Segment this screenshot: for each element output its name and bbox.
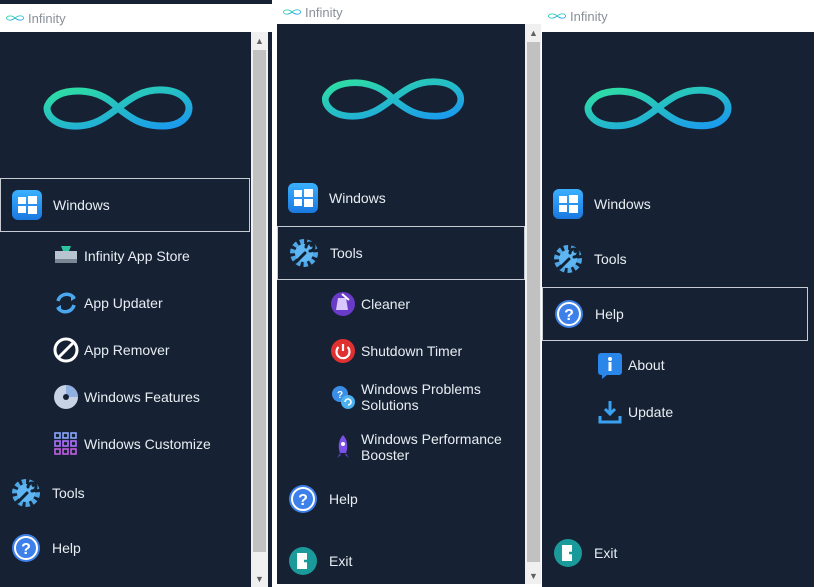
submenu-item-label: Infinity App Store bbox=[84, 248, 190, 264]
menu-item-label: Windows bbox=[53, 197, 110, 213]
label-line-2: Booster bbox=[361, 447, 410, 463]
updater-icon bbox=[52, 289, 80, 317]
side-menu: Windows Tools Cleaner Shutdown Timer Win… bbox=[277, 24, 525, 584]
submenu-item-app-store[interactable]: Infinity App Store bbox=[52, 236, 190, 276]
help-icon bbox=[553, 298, 585, 330]
infinity-logo-icon bbox=[548, 11, 566, 21]
window-1: Infinity Windows Infinity App Store App … bbox=[0, 0, 272, 587]
side-menu: Windows Infinity App Store App Updater A… bbox=[0, 32, 251, 587]
windows-icon bbox=[287, 182, 319, 214]
submenu-item-about[interactable]: About bbox=[596, 345, 665, 385]
menu-item-label: Help bbox=[595, 306, 624, 322]
label-line-1: Windows Problems bbox=[361, 381, 481, 397]
menu-item-windows[interactable]: Windows bbox=[0, 178, 250, 232]
submenu-item-cleaner[interactable]: Cleaner bbox=[329, 284, 410, 324]
download-icon bbox=[596, 398, 624, 426]
menu-item-tools[interactable]: Tools bbox=[0, 466, 250, 520]
customize-icon bbox=[52, 430, 80, 458]
scroll-up-icon[interactable]: ▲ bbox=[525, 24, 541, 41]
label-line-1: Windows Performance bbox=[361, 431, 502, 447]
scroll-down-icon[interactable]: ▼ bbox=[525, 567, 541, 584]
submenu-item-app-remover[interactable]: App Remover bbox=[52, 330, 170, 370]
window-title: Infinity bbox=[28, 10, 66, 26]
remover-icon bbox=[52, 336, 80, 364]
submenu-item-performance-booster[interactable]: Windows Performance Booster bbox=[329, 425, 502, 469]
help-icon bbox=[10, 532, 42, 564]
menu-item-label: Windows bbox=[329, 190, 386, 206]
submenu-item-label: Update bbox=[628, 404, 674, 420]
scroll-up-icon[interactable]: ▲ bbox=[251, 32, 268, 49]
windows-icon bbox=[11, 189, 43, 221]
infinity-logo-icon bbox=[283, 7, 301, 17]
submenu-item-label: Windows Customize bbox=[84, 436, 211, 452]
cleaner-icon bbox=[329, 290, 357, 318]
submenu-item-windows-customize[interactable]: Windows Customize bbox=[52, 424, 211, 464]
scrollbar-thumb[interactable] bbox=[527, 42, 540, 562]
tools-icon bbox=[288, 237, 320, 269]
problems-icon bbox=[329, 383, 357, 411]
info-icon bbox=[596, 351, 624, 379]
submenu-item-label: Windows Features bbox=[84, 389, 200, 405]
menu-item-tools[interactable]: Tools bbox=[542, 232, 808, 286]
disc-icon bbox=[52, 383, 80, 411]
submenu-item-label: Windows Performance Booster bbox=[361, 431, 502, 463]
scroll-down-icon[interactable]: ▼ bbox=[251, 570, 268, 587]
menu-item-label: Help bbox=[52, 540, 81, 556]
submenu-item-app-updater[interactable]: App Updater bbox=[52, 283, 163, 323]
menu-item-label: Tools bbox=[52, 485, 85, 501]
window-title: Infinity bbox=[305, 4, 343, 20]
exit-icon bbox=[287, 545, 319, 577]
submenu-item-update[interactable]: Update bbox=[596, 392, 673, 432]
submenu-item-windows-features[interactable]: Windows Features bbox=[52, 377, 200, 417]
menu-item-exit[interactable]: Exit bbox=[542, 526, 808, 580]
menu-item-label: Exit bbox=[329, 553, 353, 569]
app-store-icon bbox=[52, 242, 80, 270]
windows-icon bbox=[552, 188, 584, 220]
menu-item-help[interactable]: Help bbox=[0, 521, 250, 575]
menu-item-windows[interactable]: Windows bbox=[542, 177, 808, 231]
side-menu: Windows Tools Help About Update Exit bbox=[542, 32, 814, 587]
rocket-icon bbox=[329, 433, 357, 461]
window-2: Infinity Windows Tools Cleaner Shutdown … bbox=[277, 0, 541, 587]
menu-item-help[interactable]: Help bbox=[542, 287, 808, 341]
menu-item-tools[interactable]: Tools bbox=[277, 226, 525, 280]
submenu-item-windows-problems[interactable]: Windows Problems Solutions bbox=[329, 375, 481, 419]
title-bar: Infinity bbox=[277, 0, 541, 24]
title-bar: Infinity bbox=[0, 4, 272, 32]
menu-item-label: Windows bbox=[594, 196, 651, 212]
infinity-logo-icon bbox=[43, 86, 193, 130]
menu-item-label: Exit bbox=[594, 545, 618, 561]
tools-icon bbox=[552, 243, 584, 275]
menu-item-label: Help bbox=[329, 491, 358, 507]
submenu-item-label: Windows Problems Solutions bbox=[361, 381, 481, 413]
menu-item-windows[interactable]: Windows bbox=[277, 171, 525, 225]
submenu-item-label: About bbox=[628, 357, 665, 373]
scrollbar[interactable]: ▲ ▼ bbox=[251, 32, 268, 587]
window-title: Infinity bbox=[570, 8, 608, 24]
infinity-logo-icon bbox=[319, 78, 467, 120]
menu-item-label: Tools bbox=[594, 251, 627, 267]
label-line-2: Solutions bbox=[361, 397, 419, 413]
submenu-item-shutdown-timer[interactable]: Shutdown Timer bbox=[329, 331, 462, 371]
title-bar: Infinity bbox=[542, 0, 816, 32]
infinity-logo-icon bbox=[584, 86, 732, 130]
tools-icon bbox=[10, 477, 42, 509]
infinity-logo-icon bbox=[6, 13, 24, 23]
exit-icon bbox=[552, 537, 584, 569]
submenu-item-label: Shutdown Timer bbox=[361, 343, 463, 359]
submenu-item-label: App Updater bbox=[84, 295, 163, 311]
help-icon bbox=[287, 483, 319, 515]
submenu-item-label: App Remover bbox=[84, 342, 170, 358]
submenu-item-label: Cleaner bbox=[361, 296, 411, 312]
window-3: Infinity Windows Tools Help About Update… bbox=[542, 0, 816, 587]
scrollbar-thumb[interactable] bbox=[253, 50, 266, 552]
power-icon bbox=[329, 337, 357, 365]
scrollbar[interactable]: ▲ ▼ bbox=[525, 24, 541, 584]
menu-item-help[interactable]: Help bbox=[277, 472, 525, 526]
menu-item-exit[interactable]: Exit bbox=[277, 534, 525, 587]
menu-item-label: Tools bbox=[330, 245, 363, 261]
